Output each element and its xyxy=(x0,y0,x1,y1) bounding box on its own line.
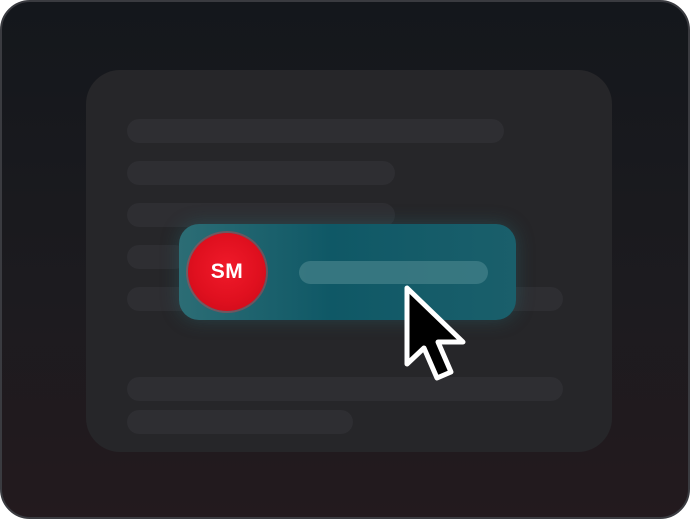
avatar: SM xyxy=(188,233,266,311)
list-item-text-placeholder xyxy=(299,261,488,284)
arrow-pointer-icon xyxy=(404,285,466,381)
skeleton-line xyxy=(127,119,504,143)
skeleton-line xyxy=(127,245,187,269)
app-window: SM xyxy=(0,0,690,519)
skeleton-line xyxy=(127,377,563,401)
skeleton-line xyxy=(127,410,353,434)
avatar-initials: SM xyxy=(210,260,244,283)
skeleton-line xyxy=(127,161,395,185)
